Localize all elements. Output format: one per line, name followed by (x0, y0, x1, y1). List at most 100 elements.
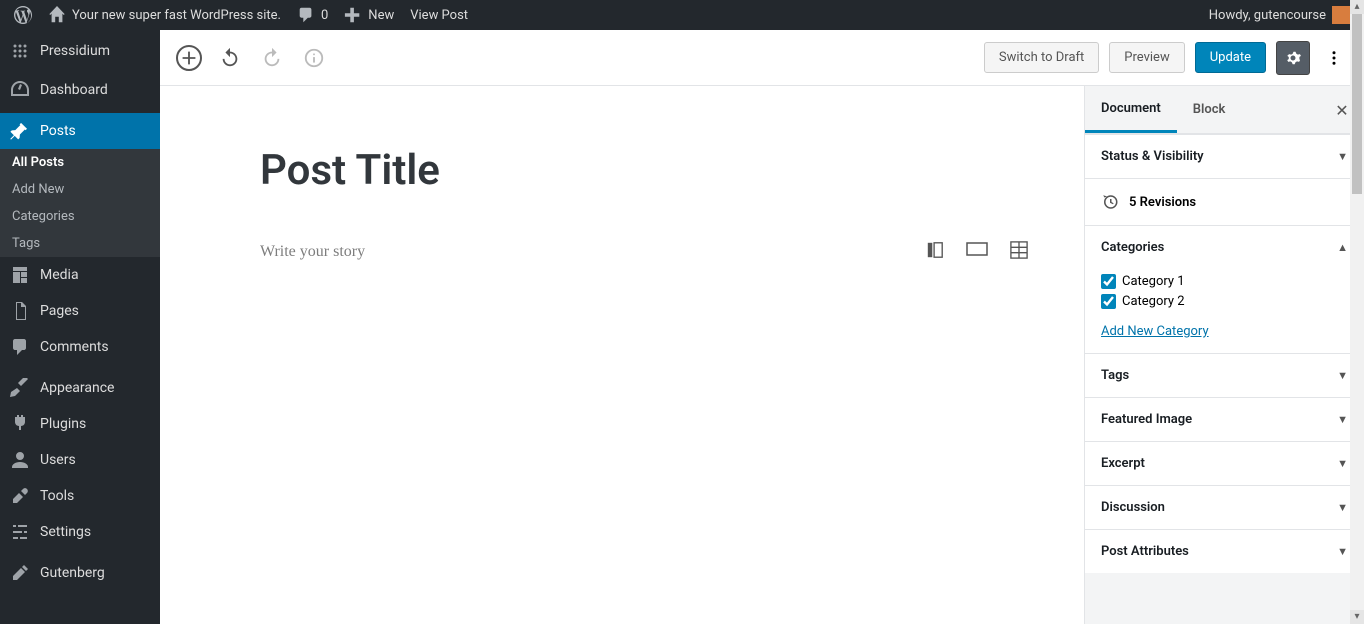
sidebar-item-brand[interactable]: Pressidium (0, 30, 160, 72)
sidebar-item-media[interactable]: Media (0, 257, 160, 293)
sidebar-item-users[interactable]: Users (0, 442, 160, 478)
sidebar-item-label: Appearance (40, 380, 114, 396)
avatar (1332, 6, 1350, 24)
editor-canvas[interactable]: Post Title Write your story (160, 86, 1084, 624)
submenu-tags[interactable]: Tags (0, 230, 160, 257)
submenu-add-new[interactable]: Add New (0, 176, 160, 203)
pin-icon (10, 121, 30, 141)
sidebar-item-tools[interactable]: Tools (0, 478, 160, 514)
update-button[interactable]: Update (1195, 42, 1266, 73)
comments-count: 0 (321, 8, 328, 23)
info-button[interactable] (300, 44, 328, 72)
more-options-button[interactable] (1320, 41, 1348, 75)
panel-featured-image[interactable]: Featured Image ▼ (1085, 398, 1364, 441)
category-checkbox-1[interactable] (1101, 274, 1116, 289)
sidebar-item-plugins[interactable]: Plugins (0, 406, 160, 442)
gallery-inserter-icon[interactable] (926, 241, 944, 263)
chevron-up-icon: ▲ (1337, 241, 1348, 254)
panel-discussion[interactable]: Discussion ▼ (1085, 486, 1364, 529)
add-new-category-link[interactable]: Add New Category (1101, 324, 1209, 339)
wp-logo[interactable] (6, 0, 40, 30)
admin-bar: Your new super fast WordPress site. 0 Ne… (0, 0, 1364, 30)
sidebar-item-label: Media (40, 267, 79, 283)
panel-status-visibility[interactable]: Status & Visibility ▼ (1085, 135, 1364, 178)
new-link[interactable]: New (336, 0, 402, 30)
panel-post-attributes[interactable]: Post Attributes ▼ (1085, 530, 1364, 573)
category-row: Category 2 (1101, 294, 1348, 309)
wrench-icon (10, 486, 30, 506)
submenu-categories[interactable]: Categories (0, 203, 160, 230)
sidebar-item-dashboard[interactable]: Dashboard (0, 72, 160, 108)
brush-icon (10, 378, 30, 398)
account-link[interactable]: Howdy, gutencourse (1201, 0, 1358, 30)
history-icon (1101, 193, 1119, 211)
wordpress-icon (14, 6, 32, 24)
home-icon (48, 6, 66, 24)
category-label: Category 2 (1122, 294, 1185, 309)
gear-icon (1283, 48, 1303, 68)
sidebar-item-pages[interactable]: Pages (0, 293, 160, 329)
inspector-sidebar: Document Block ✕ Status & Visibility ▼ 5… (1084, 86, 1364, 624)
site-name: Your new super fast WordPress site. (72, 8, 281, 23)
comments-link[interactable]: 0 (289, 0, 336, 30)
submenu-all-posts[interactable]: All Posts (0, 149, 160, 176)
chevron-down-icon: ▼ (1337, 501, 1348, 514)
redo-button[interactable] (258, 44, 286, 72)
post-title-input[interactable]: Post Title (260, 146, 1028, 195)
plug-icon (10, 414, 30, 434)
sliders-icon (10, 522, 30, 542)
scroll-down-arrow[interactable]: ▾ (1350, 610, 1364, 624)
brand-icon (10, 41, 30, 61)
sidebar-item-label: Posts (40, 123, 76, 139)
category-row: Category 1 (1101, 274, 1348, 289)
panel-excerpt[interactable]: Excerpt ▼ (1085, 442, 1364, 485)
tab-block[interactable]: Block (1177, 88, 1242, 131)
panel-tags[interactable]: Tags ▼ (1085, 354, 1364, 397)
chevron-down-icon: ▼ (1337, 413, 1348, 426)
chevron-down-icon: ▼ (1337, 545, 1348, 558)
sidebar-item-posts[interactable]: Posts (0, 113, 160, 149)
sidebar-item-label: Comments (40, 339, 109, 355)
sidebar-item-label: Users (40, 452, 76, 468)
settings-toggle-button[interactable] (1276, 41, 1310, 75)
scrollbar[interactable]: ▴ ▾ (1350, 0, 1364, 624)
preview-button[interactable]: Preview (1109, 42, 1184, 73)
view-post-link[interactable]: View Post (402, 0, 476, 30)
category-label: Category 1 (1122, 274, 1185, 289)
sidebar-item-label: Settings (40, 524, 91, 540)
sidebar-item-settings[interactable]: Settings (0, 514, 160, 550)
posts-submenu: All Posts Add New Categories Tags (0, 149, 160, 257)
table-inserter-icon[interactable] (1010, 241, 1028, 263)
chevron-down-icon: ▼ (1337, 150, 1348, 163)
image-inserter-icon[interactable] (966, 241, 988, 263)
sidebar-item-comments[interactable]: Comments (0, 329, 160, 365)
tab-document[interactable]: Document (1085, 87, 1177, 133)
panel-categories[interactable]: Categories ▲ (1085, 226, 1364, 269)
brand-label: Pressidium (40, 43, 110, 59)
undo-button[interactable] (216, 44, 244, 72)
sidebar-item-gutenberg[interactable]: Gutenberg (0, 555, 160, 591)
comments-icon (10, 337, 30, 357)
more-vertical-icon (1325, 49, 1343, 67)
admin-sidebar: Pressidium Dashboard Posts All Posts Add… (0, 30, 160, 624)
scrollbar-thumb[interactable] (1352, 14, 1362, 194)
media-icon (10, 265, 30, 285)
editor: Switch to Draft Preview Update Post Titl… (160, 30, 1364, 624)
sidebar-item-label: Tools (40, 488, 74, 504)
chevron-down-icon: ▼ (1337, 457, 1348, 470)
user-icon (10, 450, 30, 470)
sidebar-item-appearance[interactable]: Appearance (0, 370, 160, 406)
sidebar-item-label: Pages (40, 303, 79, 319)
paragraph-placeholder[interactable]: Write your story (260, 243, 365, 261)
category-checkbox-2[interactable] (1101, 294, 1116, 309)
site-link[interactable]: Your new super fast WordPress site. (40, 0, 289, 30)
sidebar-item-label: Plugins (40, 416, 86, 432)
switch-to-draft-button[interactable]: Switch to Draft (984, 42, 1099, 73)
chevron-down-icon: ▼ (1337, 369, 1348, 382)
plus-icon (344, 6, 362, 24)
pencil-icon (10, 563, 30, 583)
scroll-up-arrow[interactable]: ▴ (1350, 0, 1364, 14)
revisions-link[interactable]: 5 Revisions (1085, 178, 1364, 225)
sidebar-item-label: Dashboard (40, 82, 108, 98)
add-block-button[interactable] (176, 45, 202, 71)
